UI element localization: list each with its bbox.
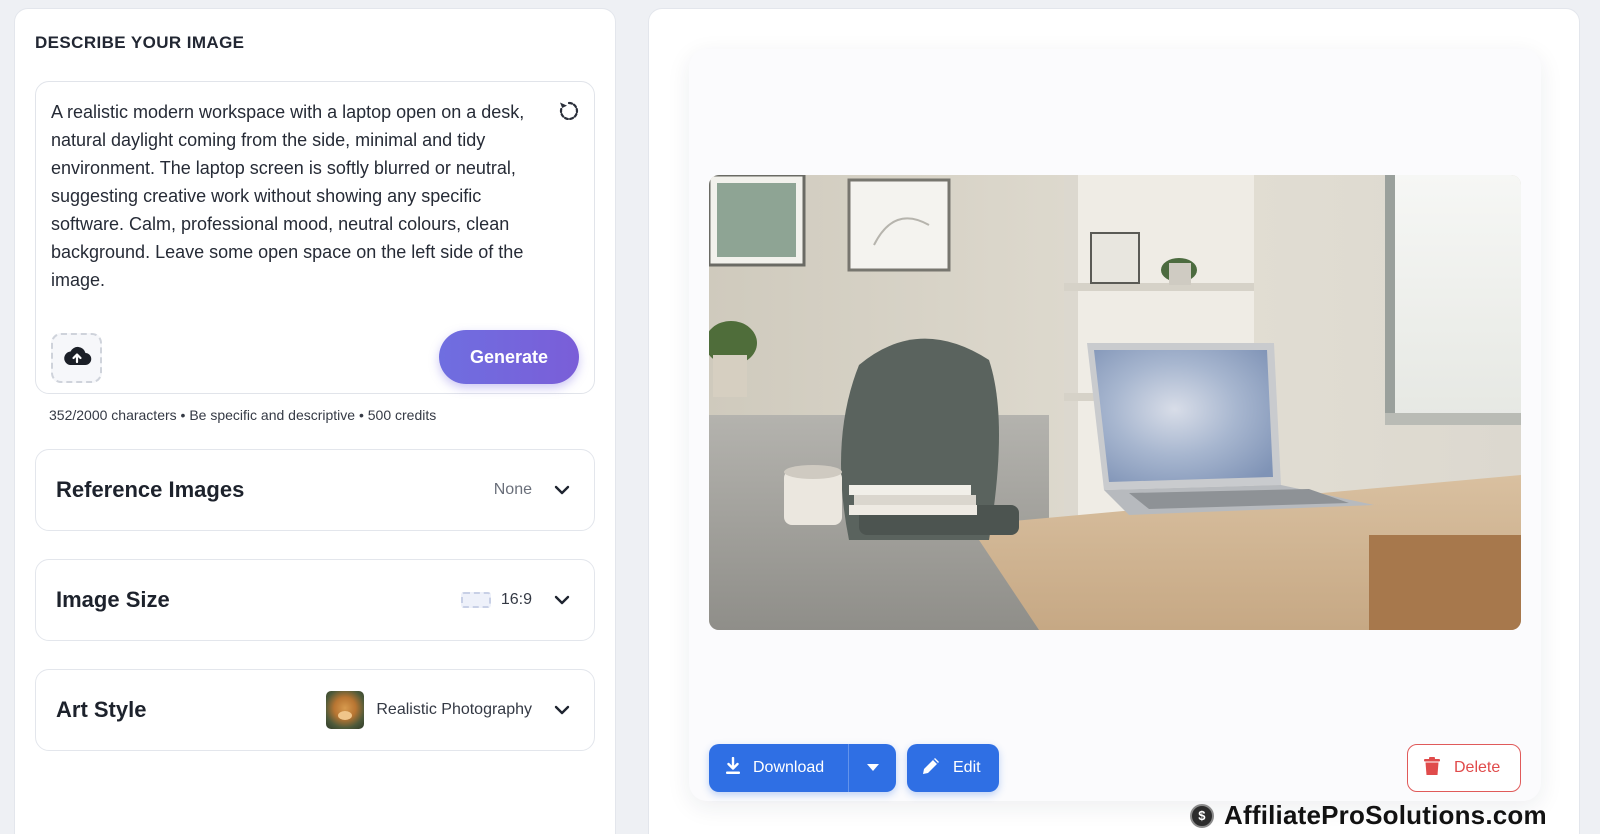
- character-count-info: 352/2000 characters • Be specific and de…: [49, 407, 437, 423]
- dollar-coin-icon: $: [1190, 803, 1214, 828]
- download-icon: [725, 756, 741, 780]
- caret-down-icon: [866, 759, 879, 777]
- pencil-icon: [921, 756, 941, 781]
- option-value: Realistic Photography: [376, 701, 532, 718]
- option-value: 16:9: [500, 591, 532, 608]
- upload-reference-button[interactable]: [51, 333, 102, 383]
- prompt-textarea[interactable]: A realistic modern workspace with a lapt…: [35, 81, 595, 394]
- chevron-down-icon: [552, 590, 572, 610]
- download-button[interactable]: Download: [709, 744, 848, 792]
- art-style-dropdown[interactable]: Art Style Realistic Photography: [35, 669, 595, 751]
- option-title: Reference Images: [56, 477, 245, 502]
- chevron-down-icon: [552, 480, 572, 500]
- section-heading: DESCRIBE YOUR IMAGE: [35, 33, 245, 52]
- chevron-down-icon: [552, 700, 572, 720]
- watermark-text: AffiliateProSolutions.com: [1224, 800, 1547, 830]
- option-value: None: [493, 481, 532, 498]
- cloud-upload-icon: [62, 345, 92, 372]
- delete-label: Delete: [1454, 759, 1501, 776]
- prompt-text[interactable]: A realistic modern workspace with a lapt…: [51, 98, 531, 294]
- watermark: $ AffiliateProSolutions.com: [1190, 800, 1547, 831]
- reset-icon[interactable]: [556, 98, 582, 124]
- download-options-button[interactable]: [848, 744, 896, 792]
- edit-label: Edit: [953, 759, 981, 776]
- trash-icon: [1424, 756, 1440, 780]
- result-panel: Download Edit Delete: [648, 8, 1580, 834]
- reference-images-dropdown[interactable]: Reference Images None: [35, 449, 595, 531]
- result-card: Download Edit Delete: [689, 49, 1541, 801]
- dog-photo-thumbnail: [326, 691, 365, 729]
- option-title: Art Style: [56, 697, 147, 722]
- delete-button[interactable]: Delete: [1407, 744, 1521, 792]
- generate-button[interactable]: Generate: [439, 330, 579, 384]
- aspect-ratio-icon: [460, 592, 491, 608]
- image-size-dropdown[interactable]: Image Size 16:9: [35, 559, 595, 641]
- option-title: Image Size: [56, 587, 170, 612]
- edit-button[interactable]: Edit: [907, 744, 999, 792]
- prompt-panel: DESCRIBE YOUR IMAGE A realistic modern w…: [14, 8, 616, 834]
- generated-image: [709, 175, 1521, 630]
- download-button-group: Download: [709, 744, 896, 792]
- download-label: Download: [753, 759, 825, 776]
